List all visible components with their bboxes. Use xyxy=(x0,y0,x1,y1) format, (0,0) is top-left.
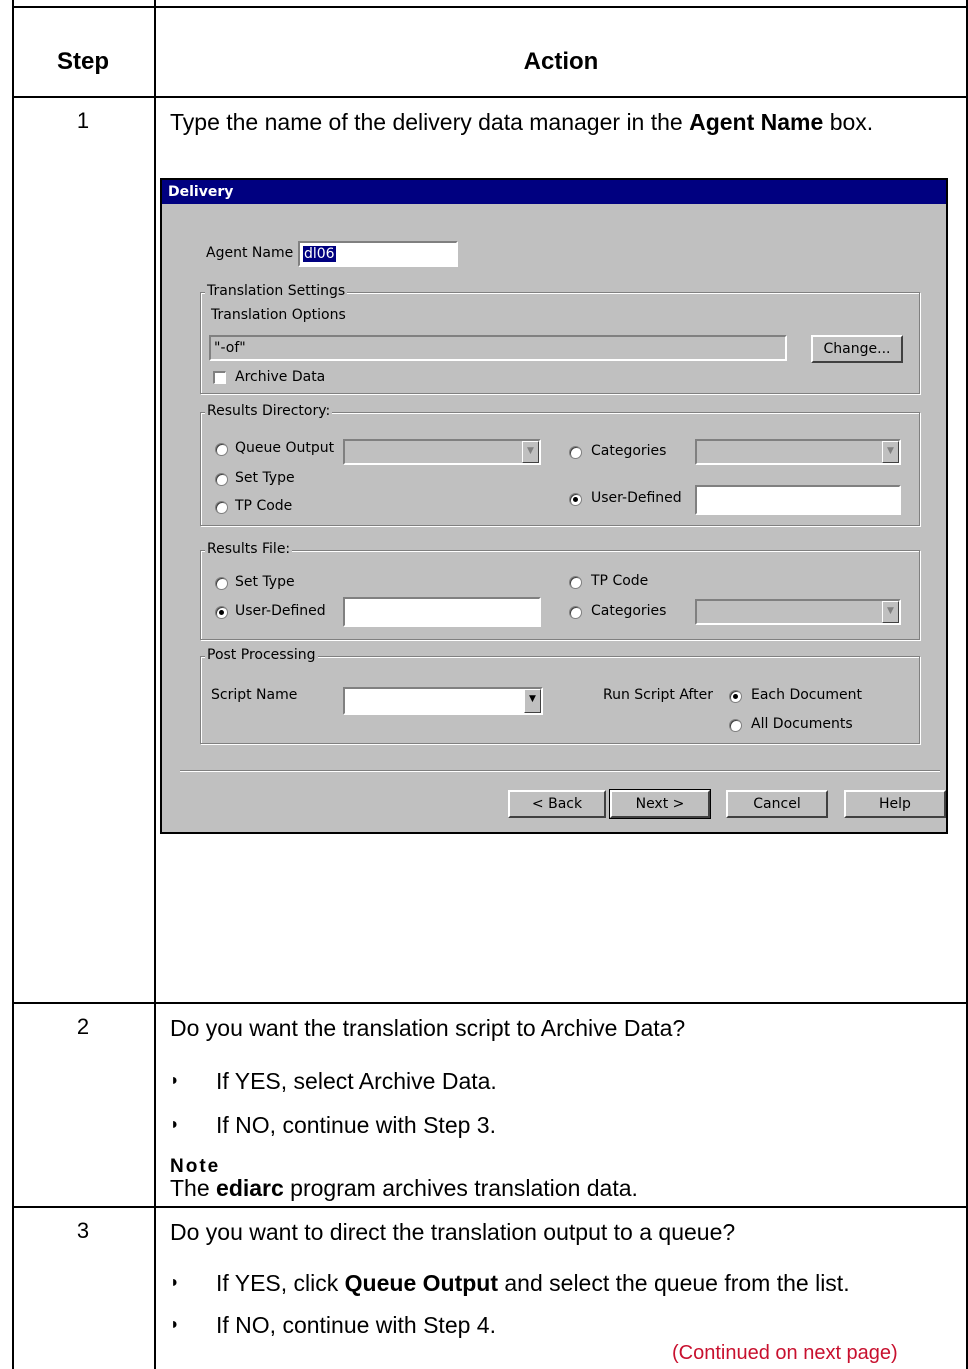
rd-tp-code-radio[interactable] xyxy=(215,501,228,514)
results-file-group: Results File: Set Type User-Defined TP C… xyxy=(200,541,920,640)
step-2-bullet-1: ◗ If YES, select Archive Data. xyxy=(170,1068,497,1095)
post-processing-group: Post Processing Script Name ▼ Run Script… xyxy=(200,647,920,744)
agent-name-value: dl06 xyxy=(303,246,336,262)
rf-set-type-label: Set Type xyxy=(235,574,295,590)
each-document-label: Each Document xyxy=(751,687,862,703)
translation-options-value: "-of" xyxy=(214,340,246,356)
rf-tp-code-radio[interactable] xyxy=(569,576,582,589)
row-divider-1-2 xyxy=(12,1002,968,1004)
bullet-icon: ◗ xyxy=(170,1071,180,1089)
script-name-label: Script Name xyxy=(211,687,298,703)
bullet-icon: ◗ xyxy=(170,1273,180,1291)
rd-categories-radio[interactable] xyxy=(569,446,582,459)
results-file-title: Results File: xyxy=(205,541,293,557)
back-button[interactable]: < Back xyxy=(508,790,606,818)
rd-categories-select[interactable]: ▼ xyxy=(695,439,901,465)
dialog-title: Delivery xyxy=(162,180,946,204)
rd-user-defined-input[interactable] xyxy=(695,485,901,515)
table-header-divider xyxy=(12,96,968,98)
table-border-left xyxy=(12,0,14,1369)
step-number-3: 3 xyxy=(76,1218,90,1243)
step-1-text-before: Type the name of the delivery data manag… xyxy=(170,109,690,135)
next-button[interactable]: Next > xyxy=(609,789,711,819)
rf-tp-code-label: TP Code xyxy=(591,573,649,589)
rf-categories-select[interactable]: ▼ xyxy=(695,599,901,625)
rf-set-type-radio[interactable] xyxy=(215,577,228,590)
rf-user-defined-label: User-Defined xyxy=(235,603,326,619)
bullet-icon: ◗ xyxy=(170,1315,180,1333)
step-2-bullet-2: ◗ If NO, continue with Step 3. xyxy=(170,1112,496,1139)
note-text: The ediarc program archives translation … xyxy=(170,1174,638,1203)
step-3-bullet-2: ◗ If NO, continue with Step 4. xyxy=(170,1312,496,1339)
rd-user-defined-radio[interactable] xyxy=(569,493,582,506)
step-2-bullet-1-text: If YES, select Archive Data. xyxy=(216,1068,497,1094)
help-button[interactable]: Help xyxy=(844,790,946,818)
step-2-bullet-2-text: If NO, continue with Step 3. xyxy=(216,1112,496,1138)
rd-queue-output-radio[interactable] xyxy=(215,443,228,456)
delivery-dialog: Delivery Agent Name dl06 Translation Set… xyxy=(160,178,948,834)
rd-user-defined-label: User-Defined xyxy=(591,490,682,506)
results-directory-group: Results Directory: Queue Output ▼ Set Ty… xyxy=(200,403,920,526)
translation-options-field[interactable]: "-of" xyxy=(209,335,787,361)
table-border-top xyxy=(12,6,968,8)
step-3-bullet-1-after: and select the queue from the list. xyxy=(498,1270,850,1296)
note-text-bold: ediarc xyxy=(216,1175,284,1201)
step-3-bullet-1-bold: Queue Output xyxy=(344,1270,498,1296)
archive-data-checkbox[interactable] xyxy=(213,371,226,384)
each-document-radio[interactable] xyxy=(729,690,742,703)
rd-tp-code-label: TP Code xyxy=(235,498,293,514)
chevron-down-icon[interactable]: ▼ xyxy=(524,689,541,713)
note-text-before: The xyxy=(170,1175,217,1201)
post-processing-title: Post Processing xyxy=(205,647,318,663)
run-script-after-label: Run Script After xyxy=(603,687,713,703)
translation-options-label: Translation Options xyxy=(211,307,346,323)
script-name-select[interactable]: ▼ xyxy=(343,687,543,715)
dialog-separator xyxy=(180,770,940,772)
step-number-1: 1 xyxy=(76,108,90,133)
change-button[interactable]: Change... xyxy=(811,335,903,363)
cancel-button[interactable]: Cancel xyxy=(726,790,828,818)
rf-user-defined-input[interactable] xyxy=(343,597,541,627)
rd-set-type-radio[interactable] xyxy=(215,473,228,486)
step-3-bullet-2-text: If NO, continue with Step 4. xyxy=(216,1312,496,1338)
step-1-instruction: Type the name of the delivery data manag… xyxy=(170,108,960,137)
rd-queue-output-label: Queue Output xyxy=(235,440,335,456)
row-divider-2-3 xyxy=(12,1206,968,1208)
note-text-after: program archives translation data. xyxy=(283,1175,638,1201)
rd-queue-output-select[interactable]: ▼ xyxy=(343,439,541,465)
step-3-bullet-1-before: If YES, click xyxy=(216,1270,345,1296)
results-directory-title: Results Directory: xyxy=(205,403,333,419)
rd-categories-label: Categories xyxy=(591,443,667,459)
step-3-bullet-1: ◗ If YES, click Queue Output and select t… xyxy=(170,1270,850,1297)
table-column-divider xyxy=(154,0,156,1369)
translation-settings-title: Translation Settings xyxy=(205,283,348,299)
step-1-text-after: box. xyxy=(823,109,874,135)
rd-set-type-label: Set Type xyxy=(235,470,295,486)
all-documents-radio[interactable] xyxy=(729,719,742,732)
all-documents-label: All Documents xyxy=(751,716,853,732)
chevron-down-icon[interactable]: ▼ xyxy=(522,441,539,463)
chevron-down-icon[interactable]: ▼ xyxy=(882,601,899,623)
bullet-icon: ◗ xyxy=(170,1115,180,1133)
agent-name-input[interactable]: dl06 xyxy=(298,241,458,267)
translation-settings-group: Translation Settings Translation Options… xyxy=(200,283,920,394)
step-3-question: Do you want to direct the translation ou… xyxy=(170,1219,736,1245)
step-1-text-bold: Agent Name xyxy=(689,109,824,135)
rf-user-defined-radio[interactable] xyxy=(215,606,228,619)
step-2-question: Do you want the translation script to Ar… xyxy=(170,1015,686,1041)
step-number-2: 2 xyxy=(76,1014,90,1039)
header-action: Action xyxy=(523,48,599,75)
archive-data-label: Archive Data xyxy=(235,369,326,385)
rf-categories-radio[interactable] xyxy=(569,606,582,619)
rf-categories-label: Categories xyxy=(591,603,667,619)
chevron-down-icon[interactable]: ▼ xyxy=(882,441,899,463)
header-step: Step xyxy=(56,48,109,75)
continued-note: (Continued on next page) xyxy=(672,1342,898,1364)
agent-name-label: Agent Name xyxy=(206,245,294,261)
